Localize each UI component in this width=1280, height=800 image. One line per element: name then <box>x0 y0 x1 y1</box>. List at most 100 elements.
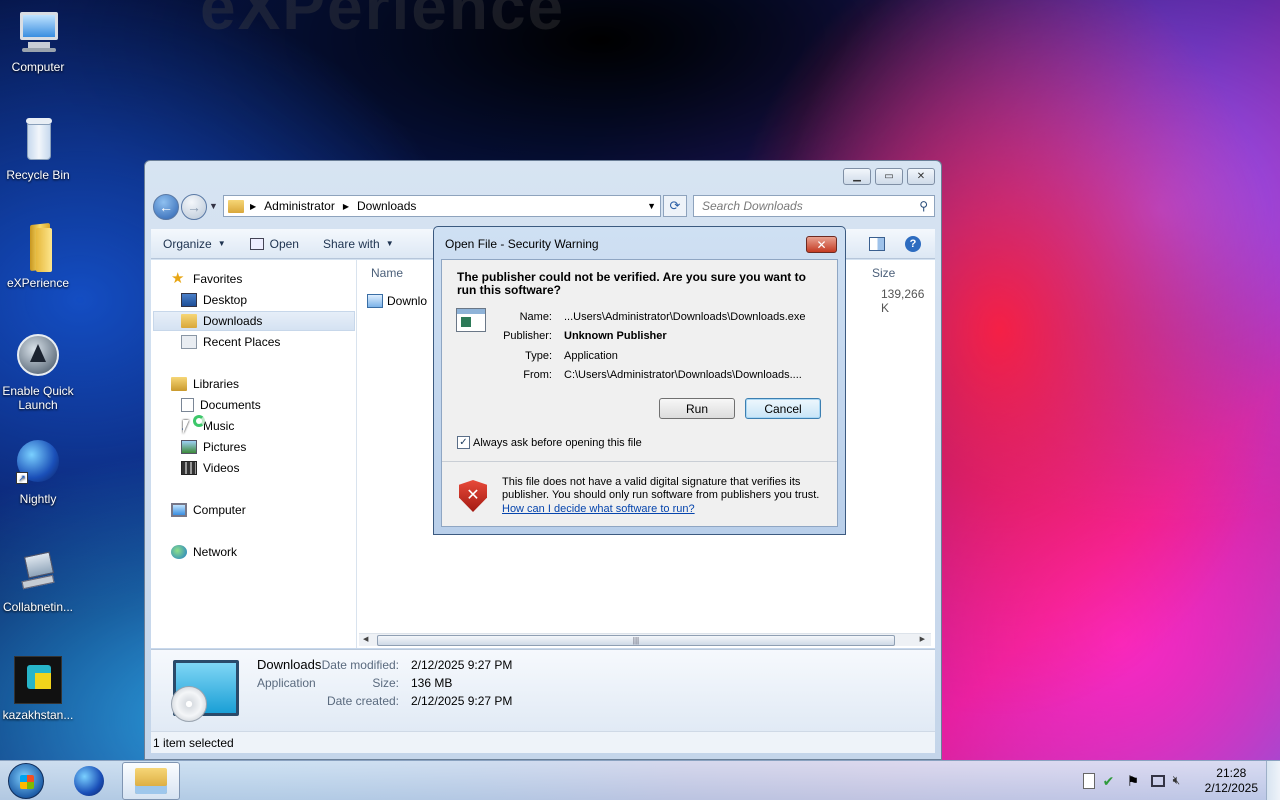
maximize-button[interactable]: ▭ <box>875 168 903 185</box>
forward-button[interactable]: → <box>181 194 207 220</box>
videos-icon <box>181 461 197 475</box>
nav-label: Favorites <box>193 272 243 286</box>
dialog-title: Open File - Security Warning <box>445 237 599 251</box>
open-label: Open <box>269 236 299 251</box>
nav-recent-places[interactable]: Recent Places <box>181 332 280 352</box>
cancel-button[interactable]: Cancel <box>745 398 821 419</box>
always-ask-checkbox[interactable]: ✓ <box>457 436 470 449</box>
share-with-button[interactable]: Share with ▼ <box>311 237 406 251</box>
always-ask-label[interactable]: Always ask before opening this file <box>473 437 642 449</box>
nav-label: Libraries <box>193 377 240 391</box>
breadcrumb-downloads[interactable]: Downloads <box>357 199 416 213</box>
back-button[interactable]: ← <box>153 194 179 220</box>
desktop-icon-kazakhstan[interactable]: kazakhstan... <box>0 656 76 722</box>
column-header-name[interactable]: Name <box>371 266 403 280</box>
nav-music[interactable]: ♪ Music <box>181 416 234 436</box>
dialog-body: The publisher could not be verified. Are… <box>441 259 838 527</box>
desktop-icon-enable-quick-launch[interactable]: Enable Quick Launch <box>0 332 76 412</box>
from-label: From: <box>523 369 552 381</box>
run-button[interactable]: Run <box>659 398 735 419</box>
recycle-bin-icon <box>14 116 62 164</box>
desktop-icon-experience[interactable]: eXPerience <box>0 222 76 290</box>
security-warning-dialog: Open File - Security Warning ✕ The publi… <box>433 226 846 535</box>
share-with-label: Share with <box>322 236 380 251</box>
network-computer-icon <box>14 548 62 596</box>
wallpaper-watermark: eXPerience <box>200 0 566 43</box>
date-modified-label: Date modified: <box>321 658 399 672</box>
desktop-icon <box>181 293 197 307</box>
nav-downloads[interactable]: Downloads <box>153 311 355 331</box>
preview-pane-icon[interactable] <box>869 236 885 251</box>
nav-desktop[interactable]: Desktop <box>181 290 247 310</box>
date-modified-value: 2/12/2025 9:27 PM <box>411 658 513 672</box>
network-icon <box>171 545 187 559</box>
refresh-button[interactable]: ⟳ <box>663 195 687 217</box>
horizontal-scrollbar[interactable]: ◀ ||| ▶ <box>359 633 931 646</box>
publisher-label: Publisher: <box>503 330 552 342</box>
dialog-close-button[interactable]: ✕ <box>806 236 837 253</box>
desktop-icon-collabnet[interactable]: Collabnetin... <box>0 548 76 614</box>
action-center-flag-icon[interactable]: ⚑ <box>1127 773 1143 789</box>
nav-computer[interactable]: Computer <box>171 500 246 520</box>
open-icon <box>249 237 264 250</box>
search-input[interactable]: Search Downloads ⚲ <box>693 195 935 217</box>
details-type: Application <box>257 676 316 690</box>
address-bar[interactable]: ▶ Administrator ▶ Downloads ▼ <box>223 195 661 217</box>
downloads-folder-icon <box>181 314 197 328</box>
security-check-icon[interactable]: ✔ <box>1103 773 1119 789</box>
status-text: 1 item selected <box>153 735 234 750</box>
nav-libraries[interactable]: Libraries <box>171 374 239 394</box>
status-bar: 1 item selected <box>151 731 935 753</box>
desktop-icon-label: Recycle Bin <box>6 168 70 182</box>
open-button[interactable]: Open <box>238 237 311 251</box>
nightly-browser-icon <box>74 766 104 796</box>
computer-icon <box>14 8 62 56</box>
chevron-down-icon: ▼ <box>217 239 226 248</box>
desktop-icon-computer[interactable]: Computer <box>0 8 76 74</box>
recent-pages-dropdown[interactable]: ▼ <box>209 201 218 211</box>
desktop-icon-nightly[interactable]: ↗ Nightly <box>0 440 76 506</box>
application-icon <box>367 294 383 308</box>
nav-label: Pictures <box>203 440 247 454</box>
help-link[interactable]: How can I decide what software to run? <box>502 503 695 515</box>
nav-videos[interactable]: Videos <box>181 458 239 478</box>
address-dropdown-icon[interactable]: ▼ <box>647 201 656 211</box>
close-button[interactable]: ✕ <box>907 168 935 185</box>
scroll-left-arrow-icon[interactable]: ◀ <box>363 635 368 643</box>
help-icon[interactable]: ? <box>905 235 921 252</box>
details-pane: Downloads Application Date modified: 2/1… <box>151 649 935 731</box>
taskbar-explorer-button[interactable] <box>122 762 180 800</box>
column-header-size[interactable]: Size <box>872 266 895 280</box>
show-desktop-button[interactable] <box>1266 761 1280 800</box>
busy-cursor-icon <box>193 415 205 427</box>
document-icon[interactable] <box>1082 773 1095 789</box>
nav-label: Documents <box>200 398 261 412</box>
minimize-button[interactable]: ▁ <box>843 168 871 185</box>
computer-icon <box>171 503 187 517</box>
warning-text: This file does not have a valid digital … <box>502 476 820 501</box>
volume-muted-icon[interactable]: 🔇︎ <box>1173 773 1189 789</box>
nav-pictures[interactable]: Pictures <box>181 437 246 457</box>
app-icon <box>14 656 62 704</box>
scrollbar-thumb[interactable]: ||| <box>377 635 895 646</box>
organize-button[interactable]: Organize ▼ <box>151 237 238 251</box>
start-button[interactable] <box>8 763 44 799</box>
type-value: Application <box>564 350 618 362</box>
clock-time: 21:28 <box>1216 766 1247 780</box>
folder-icon <box>228 199 244 213</box>
type-label: Type: <box>525 350 552 362</box>
documents-icon <box>181 398 194 412</box>
network-status-icon[interactable] <box>1150 775 1165 787</box>
nav-label: Downloads <box>203 314 263 328</box>
nav-documents[interactable]: Documents <box>181 395 261 415</box>
nav-favorites[interactable]: ★ Favorites <box>171 269 242 289</box>
desktop-icon-recycle-bin[interactable]: Recycle Bin <box>0 116 76 182</box>
chevron-down-icon: ▼ <box>385 239 394 248</box>
taskbar-clock[interactable]: 21:28 2/12/2025 <box>1205 766 1258 796</box>
breadcrumb-administrator[interactable]: Administrator <box>264 199 335 213</box>
scroll-right-arrow-icon[interactable]: ▶ <box>920 635 925 643</box>
shield-warning-icon: ✕ <box>459 480 487 512</box>
navigation-pane: ★ Favorites Desktop Downloads Recent Plac… <box>151 260 357 648</box>
nav-network[interactable]: Network <box>171 542 237 562</box>
taskbar-nightly-button[interactable] <box>62 763 116 799</box>
